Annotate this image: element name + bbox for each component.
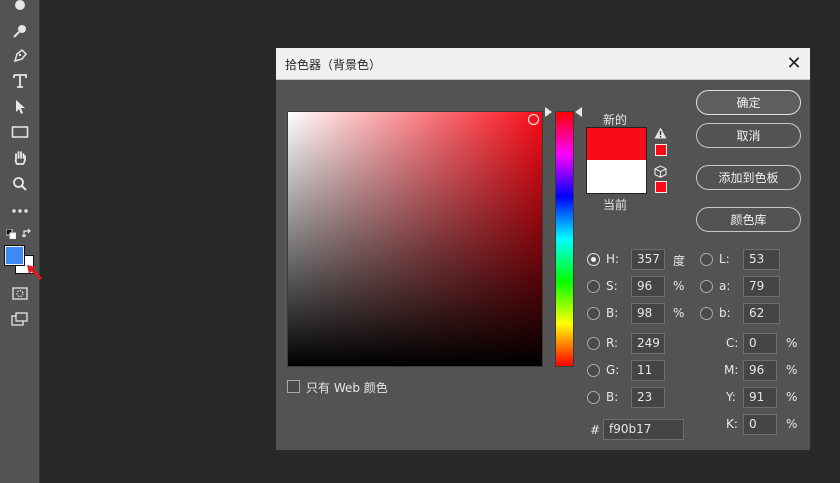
radio-blue[interactable] [587,391,600,404]
black-label: K: [726,417,738,431]
color-libraries-button[interactable]: 颜色库 [696,207,801,232]
yellow-field[interactable]: 91 [743,387,777,408]
hue-unit: 度 [673,254,686,268]
web-safe-color-box[interactable] [655,181,667,193]
radio-hue[interactable] [587,253,600,266]
hue-slider[interactable] [555,111,574,367]
red-field[interactable]: 249 [631,333,665,354]
current-color-label: 当前 [603,198,628,212]
radio-brightness[interactable] [587,307,600,320]
path-selection-icon[interactable] [9,96,31,118]
saturation-field[interactable]: 96 [631,276,665,297]
hue-label: H: [606,252,620,266]
brightness-unit: % [673,306,685,320]
gamut-color-box[interactable] [655,144,667,156]
out-of-gamut-warning-icon[interactable] [654,127,667,142]
pointer-arrow-icon [24,262,44,282]
zoom-tool-icon[interactable] [9,173,31,195]
saturation-label: S: [606,279,618,293]
blue-label: B: [606,390,619,404]
hex-field[interactable]: f90b17 [603,419,684,440]
color-field-cursor[interactable] [528,114,539,125]
b-channel-field[interactable]: 62 [743,303,780,324]
swap-colors-icon[interactable] [22,228,33,239]
foreground-color-swatch[interactable] [4,245,25,266]
red-label: R: [606,336,619,350]
hue-slider-handle-right[interactable] [575,107,582,117]
quick-mask-icon[interactable] [9,282,31,304]
b-channel-label: b: [719,306,731,320]
current-color-swatch[interactable] [586,160,647,194]
brightness-field[interactable]: 98 [631,303,665,324]
web-only-label: 只有 Web 颜色 [306,381,388,395]
yellow-label: Y: [726,390,736,404]
dialog-titlebar: 拾色器（背景色） ✕ [276,48,810,80]
hue-field[interactable]: 357 [631,249,665,270]
saturation-unit: % [673,279,685,293]
rectangle-tool-icon[interactable] [9,121,31,143]
radio-green[interactable] [587,364,600,377]
green-field[interactable]: 11 [631,360,665,381]
close-icon[interactable]: ✕ [784,54,804,74]
a-channel-field[interactable]: 79 [743,276,780,297]
radio-b-channel[interactable] [700,307,713,320]
tools-panel [0,0,43,483]
green-label: G: [606,363,620,377]
brush-tool-icon[interactable] [9,0,31,16]
blue-field[interactable]: 23 [631,387,665,408]
new-color-swatch [586,127,647,160]
new-color-label: 新的 [603,113,628,127]
brightness-label: B: [606,306,619,320]
web-only-checkbox[interactable] [287,380,300,393]
a-channel-label: a: [719,279,731,293]
cancel-button[interactable]: 取消 [696,123,801,148]
saturation-brightness-field[interactable] [287,111,543,367]
cyan-field[interactable]: 0 [743,333,777,354]
hex-label: # [590,423,601,437]
add-to-swatches-button[interactable]: 添加到色板 [696,165,801,190]
black-unit: % [786,417,798,431]
magenta-label: M: [724,363,739,377]
ok-button[interactable]: 确定 [696,90,801,115]
screen-mode-icon[interactable] [9,308,31,330]
magenta-field[interactable]: 96 [743,360,777,381]
cyan-label: C: [726,336,739,350]
type-tool-icon[interactable] [9,70,31,92]
lightness-label: L: [719,252,730,266]
radio-a-channel[interactable] [700,280,713,293]
radio-saturation[interactable] [587,280,600,293]
spot-healing-icon[interactable] [9,20,31,42]
dialog-title: 拾色器（背景色） [285,58,382,72]
color-picker-dialog: 拾色器（背景色） ✕ 新的 当前 确定 取消 添加到色板 颜色库 H: 357 … [275,47,811,451]
default-colors-icon[interactable] [6,229,16,239]
yellow-unit: % [786,390,798,404]
web-safe-cube-icon[interactable] [654,165,667,181]
radio-lightness[interactable] [700,253,713,266]
hand-tool-icon[interactable] [9,147,31,169]
pen-tool-icon[interactable] [9,45,31,67]
cyan-unit: % [786,336,798,350]
magenta-unit: % [786,363,798,377]
more-tools-icon[interactable] [9,200,31,222]
lightness-field[interactable]: 53 [743,249,780,270]
photoshop-workspace: 拾色器（背景色） ✕ 新的 当前 确定 取消 添加到色板 颜色库 H: 357 … [0,0,840,483]
hue-slider-handle-left[interactable] [545,107,552,117]
black-field[interactable]: 0 [743,414,777,435]
radio-red[interactable] [587,337,600,350]
